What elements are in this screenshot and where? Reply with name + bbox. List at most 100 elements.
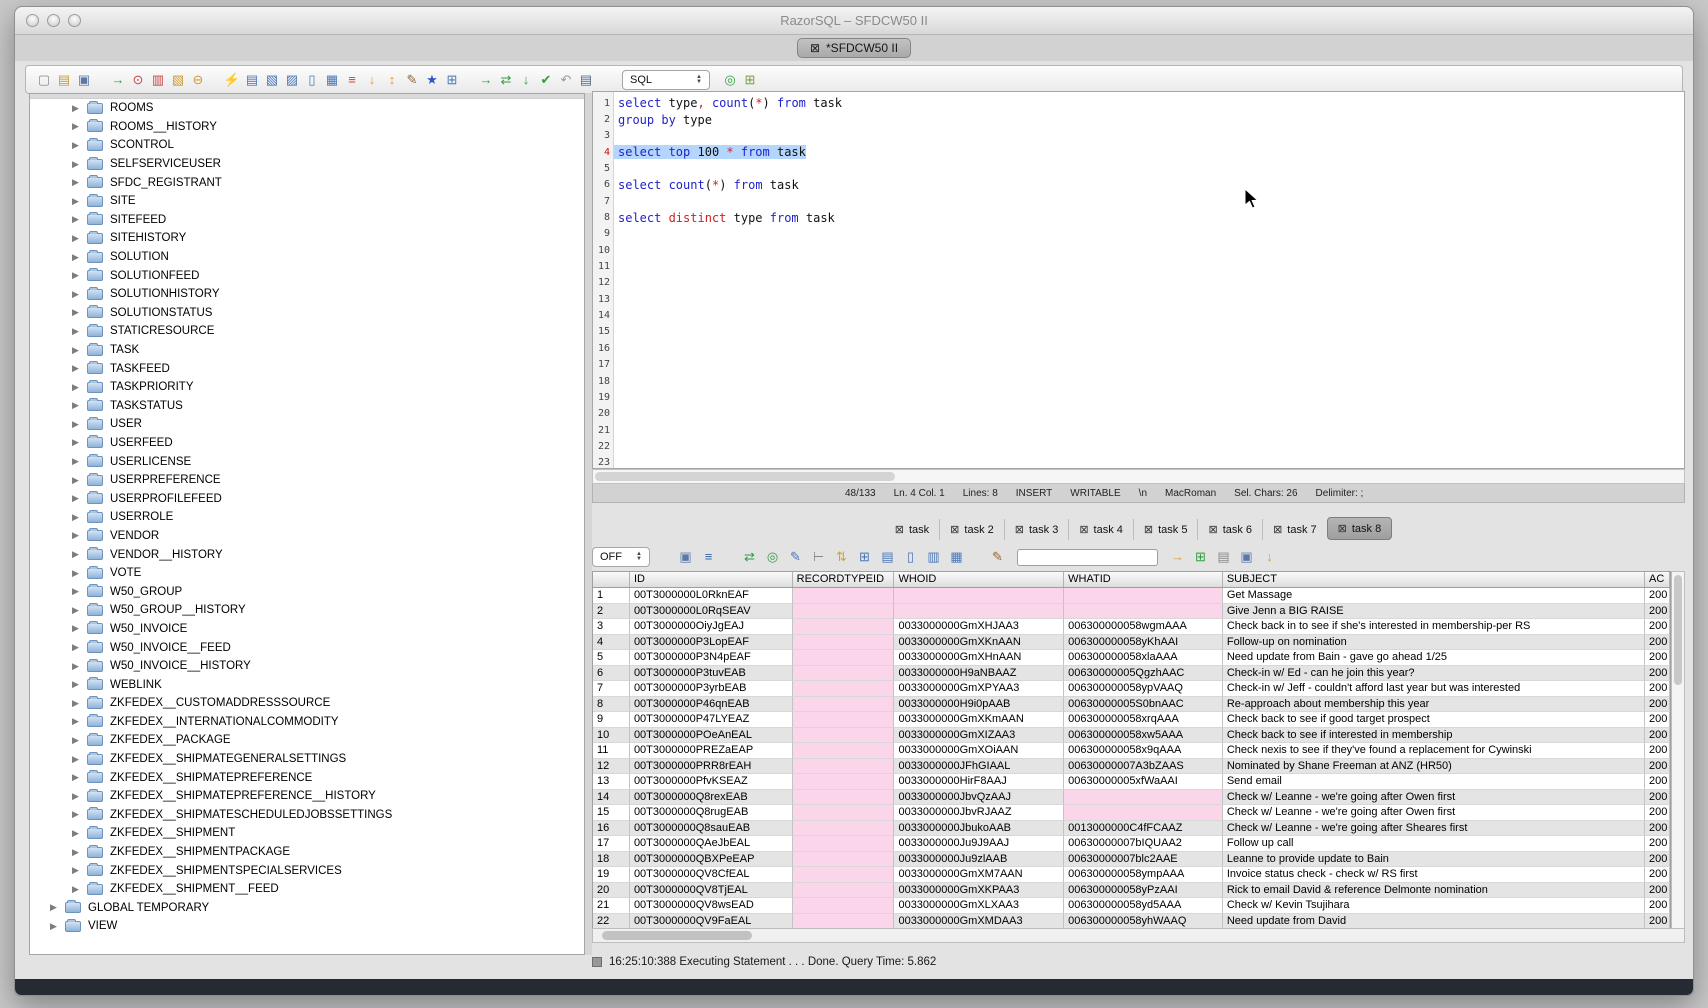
tree-item-zkfedex__shipmatescheduledjobssettings[interactable]: ▶ZKFEDEX__SHIPMATESCHEDULEDJOBSSETTINGS	[30, 806, 584, 825]
table-row[interactable]: 100T3000000L0RknEAFGet Massage200	[593, 588, 1670, 604]
cell-recordtypeid[interactable]	[793, 867, 895, 883]
cell-id[interactable]: 00T3000000PfvKSEAZ	[630, 774, 793, 790]
log-icon[interactable]: ▤	[576, 70, 596, 90]
cell-id[interactable]: 00T3000000QV8TjEAL	[630, 883, 793, 899]
cell-ac[interactable]: 200	[1645, 588, 1670, 604]
table-row[interactable]: 1800T3000000QBXPeEAP0033000000Ju9zlAAB00…	[593, 852, 1670, 868]
tree-item-vote[interactable]: ▶VOTE	[30, 564, 584, 583]
table-row[interactable]: 800T3000000P46qnEAB0033000000H9i0pAAB006…	[593, 697, 1670, 713]
cell-whatid[interactable]: 006300000058yhWAAQ	[1064, 914, 1223, 930]
tree-item-zkfedex__shipmatepreference[interactable]: ▶ZKFEDEX__SHIPMATEPREFERENCE	[30, 768, 584, 787]
copy-cells-icon[interactable]: ▥	[924, 547, 943, 567]
cell-recordtypeid[interactable]	[793, 728, 895, 744]
cell-id[interactable]: 00T3000000QAeJbEAL	[630, 836, 793, 852]
editor-horizontal-scrollbar[interactable]	[592, 469, 1685, 484]
disclosure-triangle-icon[interactable]: ▶	[72, 382, 84, 393]
tree-item-selfserviceuser[interactable]: ▶SELFSERVICEUSER	[30, 155, 584, 174]
column-header-WHOID[interactable]: WHOID	[894, 572, 1064, 587]
table-row[interactable]: 1000T3000000POeAnEAL0033000000GmXIZAA300…	[593, 728, 1670, 744]
cell-ac[interactable]: 200	[1645, 666, 1670, 682]
cell-whatid[interactable]: 006300000058xw5AAA	[1064, 728, 1223, 744]
save-results-icon[interactable]: ▣	[676, 547, 695, 567]
grid-horizontal-scrollbar[interactable]	[592, 928, 1685, 943]
cell-ac[interactable]: 200	[1645, 852, 1670, 868]
refresh-results-icon[interactable]: ⇄	[740, 547, 759, 567]
column-header-ID[interactable]: ID	[630, 572, 793, 587]
disclosure-triangle-icon[interactable]: ▶	[72, 623, 84, 634]
cell-id[interactable]: 00T3000000P3N4pEAF	[630, 650, 793, 666]
tree-item-solutionfeed[interactable]: ▶SOLUTIONFEED	[30, 266, 584, 285]
disclosure-triangle-icon[interactable]: ▶	[72, 456, 84, 467]
cell-whatid[interactable]: 006300000058yKhAAI	[1064, 635, 1223, 651]
disclosure-triangle-icon[interactable]: ▶	[72, 884, 84, 895]
tree-item-zkfedex__shipment__feed[interactable]: ▶ZKFEDEX__SHIPMENT__FEED	[30, 880, 584, 899]
editor-line[interactable]: 13	[593, 291, 1684, 307]
close-tab-icon[interactable]: ⊠	[1015, 523, 1024, 536]
cell-whatid[interactable]	[1064, 588, 1223, 604]
result-tab-task-5[interactable]: ⊠task 5	[1133, 519, 1198, 540]
close-tab-icon[interactable]: ⊠	[895, 523, 904, 536]
editor-line[interactable]: 18	[593, 373, 1684, 389]
cell-whatid[interactable]: 00630000005xfWaAAI	[1064, 774, 1223, 790]
fetch-next-icon[interactable]: ↓	[516, 70, 536, 90]
tree-item-solution[interactable]: ▶SOLUTION	[30, 248, 584, 267]
tree-item-zkfedex__customaddresssource[interactable]: ▶ZKFEDEX__CUSTOMADDRESSSOURCE	[30, 694, 584, 713]
table-row[interactable]: 1300T3000000PfvKSEAZ0033000000HirF8AAJ00…	[593, 774, 1670, 790]
copy-icon[interactable]: ▥	[148, 70, 168, 90]
cell-subject[interactable]: Give Jenn a BIG RAISE	[1223, 604, 1645, 620]
cell-whoid[interactable]: 0033000000GmXHJAA3	[894, 619, 1064, 635]
tree-item-site[interactable]: ▶SITE	[30, 192, 584, 211]
editor-line[interactable]: 20	[593, 406, 1684, 422]
table-row[interactable]: 1200T3000000PRR8rEAH0033000000JFhGIAAL00…	[593, 759, 1670, 775]
disclosure-triangle-icon[interactable]: ▶	[72, 642, 84, 653]
cell-whatid[interactable]: 0013000000C4fFCAAZ	[1064, 821, 1223, 837]
find-next-icon[interactable]: →	[1168, 547, 1187, 567]
cell-whoid[interactable]: 0033000000GmXKPAA3	[894, 883, 1064, 899]
editor-line[interactable]: 15	[593, 324, 1684, 340]
cell-id[interactable]: 00T3000000Q8sauEAB	[630, 821, 793, 837]
cell-id[interactable]: 00T3000000PREZaEAP	[630, 743, 793, 759]
cell-whoid[interactable]: 0033000000GmXLXAA3	[894, 898, 1064, 914]
cell-ac[interactable]: 200	[1645, 836, 1670, 852]
cell-whoid[interactable]: 0033000000GmXM7AAN	[894, 867, 1064, 883]
disconnect-icon[interactable]: ⊙	[128, 70, 148, 90]
column-header-AC[interactable]: AC	[1645, 572, 1670, 587]
history-list-icon[interactable]: ≡	[342, 70, 362, 90]
disclosure-triangle-icon[interactable]: ▶	[50, 921, 62, 932]
tree-item-task[interactable]: ▶TASK	[30, 341, 584, 360]
tree-item-sitefeed[interactable]: ▶SITEFEED	[30, 211, 584, 230]
save-icon[interactable]: ▣	[74, 70, 94, 90]
disclosure-triangle-icon[interactable]: ▶	[72, 159, 84, 170]
cell-recordtypeid[interactable]	[793, 619, 895, 635]
disclosure-triangle-icon[interactable]: ▶	[72, 847, 84, 858]
result-tab-task-2[interactable]: ⊠task 2	[939, 519, 1004, 540]
editor-line[interactable]: 4select top 100 * from task	[593, 144, 1684, 160]
disclosure-triangle-icon[interactable]: ▶	[72, 549, 84, 560]
editor-line[interactable]: 16	[593, 340, 1684, 356]
table-row[interactable]: 400T3000000P3LopEAF0033000000GmXKnAAN006…	[593, 635, 1670, 651]
cell-recordtypeid[interactable]	[793, 883, 895, 899]
cell-id[interactable]: 00T3000000P3tuvEAB	[630, 666, 793, 682]
cell-ac[interactable]: 200	[1645, 867, 1670, 883]
tree-item-rooms__history[interactable]: ▶ROOMS__HISTORY	[30, 118, 584, 137]
cell-subject[interactable]: Need update from Bain - gave go ahead 1/…	[1223, 650, 1645, 666]
download-icon[interactable]: ↓	[1260, 547, 1279, 567]
disclosure-triangle-icon[interactable]: ▶	[72, 437, 84, 448]
lookup-icon[interactable]: ◎	[720, 70, 740, 90]
cell-id[interactable]: 00T3000000P47LYEAZ	[630, 712, 793, 728]
editor-line[interactable]: 1select type, count(*) from task	[593, 95, 1684, 111]
result-tab-task-3[interactable]: ⊠task 3	[1004, 519, 1069, 540]
disclosure-triangle-icon[interactable]: ▶	[72, 475, 84, 486]
auto-commit-select[interactable]: OFF▲▼	[592, 547, 650, 567]
editor-line[interactable]: 21	[593, 422, 1684, 438]
disclosure-triangle-icon[interactable]: ▶	[50, 902, 62, 913]
result-tab-task-6[interactable]: ⊠task 6	[1197, 519, 1262, 540]
cell-subject[interactable]: Check w/ Leanne - we're going after Shea…	[1223, 821, 1645, 837]
commit-icon[interactable]: ✔	[536, 70, 556, 90]
cell-subject[interactable]: Leanne to provide update to Bain	[1223, 852, 1645, 868]
cell-recordtypeid[interactable]	[793, 712, 895, 728]
cell-recordtypeid[interactable]	[793, 790, 895, 806]
cell-recordtypeid[interactable]	[793, 650, 895, 666]
cell-ac[interactable]: 200	[1645, 728, 1670, 744]
cell-whatid[interactable]: 006300000058wgmAAA	[1064, 619, 1223, 635]
